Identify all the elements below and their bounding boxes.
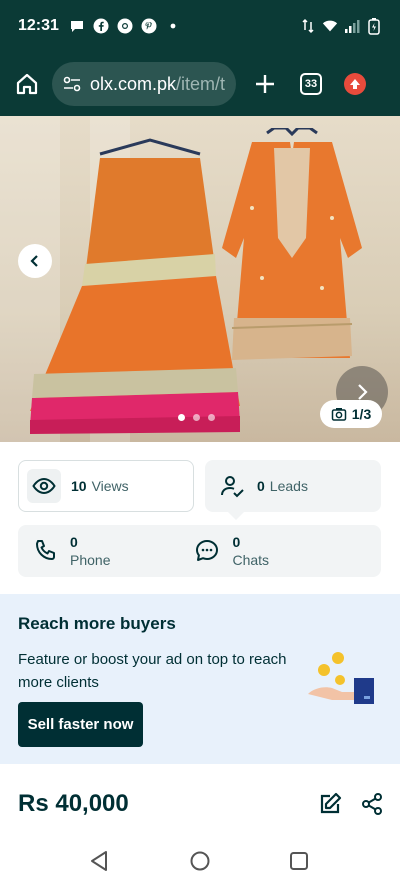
pagination-dot[interactable] <box>178 414 185 421</box>
sell-faster-button[interactable]: Sell faster now <box>18 702 143 747</box>
dot-icon <box>165 18 181 34</box>
pagination-dot[interactable] <box>193 414 200 421</box>
promo-banner: Reach more buyers Feature or boost your … <box>0 594 400 764</box>
nav-home-icon[interactable] <box>190 851 210 871</box>
new-tab-button[interactable] <box>250 69 280 99</box>
contact-stats-card: 0 Phone 0 Chats <box>18 525 381 577</box>
leads-count: 0 <box>257 478 265 494</box>
chat-icon <box>196 540 219 561</box>
eye-icon <box>32 477 56 495</box>
data-arrows-icon <box>300 18 316 34</box>
site-settings-icon[interactable] <box>62 74 82 94</box>
pinterest-icon <box>141 18 157 34</box>
facebook-icon <box>93 18 109 34</box>
arrow-up-icon <box>350 79 360 89</box>
phone-count: 0 <box>70 534 78 550</box>
leads-tooltip-notch <box>226 510 246 520</box>
browser-home-button[interactable] <box>12 69 42 99</box>
chats-label: Chats <box>232 552 270 568</box>
url-bar[interactable]: olx.com.pk/item/t <box>52 62 236 106</box>
user-check-icon <box>221 476 244 498</box>
browser-toolbar: olx.com.pk/item/t 33 <box>0 52 400 116</box>
chats-stat: 0 Chats <box>232 533 269 569</box>
nav-back-icon[interactable] <box>88 850 110 872</box>
url-path: /item/t <box>176 73 226 94</box>
status-time: 12:31 <box>18 17 59 34</box>
views-label: Views <box>91 478 129 494</box>
camera-icon <box>331 408 347 421</box>
views-icon-box <box>27 469 61 503</box>
gallery-pagination-dots <box>178 414 215 421</box>
ad-image-gallery[interactable]: 1/3 <box>0 116 400 442</box>
phone-stat: 0 Phone <box>70 533 110 569</box>
image-counter-badge[interactable]: 1/3 <box>320 400 382 428</box>
status-bar: 12:31 <box>0 0 400 52</box>
browser-update-button[interactable] <box>344 73 366 95</box>
leads-label: Leads <box>269 478 308 494</box>
edit-icon <box>320 792 342 814</box>
chrome-icon <box>117 18 133 34</box>
ad-price: Rs 40,000 <box>18 790 129 817</box>
image-counter-text: 1/3 <box>351 406 372 422</box>
phone-label: Phone <box>70 552 111 568</box>
leads-stat-card[interactable]: 0 Leads <box>205 460 381 512</box>
plus-icon <box>256 75 274 93</box>
wifi-icon <box>322 18 338 34</box>
url-host: olx.com.pk <box>90 73 177 94</box>
chats-count: 0 <box>232 534 241 550</box>
signal-icon <box>344 18 360 34</box>
message-icon <box>69 18 85 34</box>
views-stat-card: 10 Views <box>18 460 194 512</box>
views-count: 10 <box>71 478 87 494</box>
status-system-icons <box>300 18 382 35</box>
promo-text: Feature or boost your ad on top to reach… <box>18 651 287 691</box>
status-notification-icons <box>69 18 181 34</box>
chevron-left-icon <box>30 255 38 267</box>
orange-skirt-image <box>30 138 240 434</box>
share-ad-button[interactable] <box>360 792 384 816</box>
boost-coins-illustration-icon <box>308 652 374 704</box>
system-navigation-bar <box>0 836 400 888</box>
pagination-dot[interactable] <box>208 414 215 421</box>
edit-ad-button[interactable] <box>318 792 342 816</box>
promo-title: Reach more buyers <box>18 614 176 633</box>
phone-icon <box>36 540 55 560</box>
tab-switcher-button[interactable]: 33 <box>300 73 322 95</box>
chevron-right-icon <box>358 384 368 400</box>
battery-icon <box>366 18 382 35</box>
gallery-back-button[interactable] <box>18 244 52 278</box>
nav-recents-icon[interactable] <box>290 852 308 870</box>
share-icon <box>362 793 382 815</box>
home-icon <box>16 73 38 95</box>
